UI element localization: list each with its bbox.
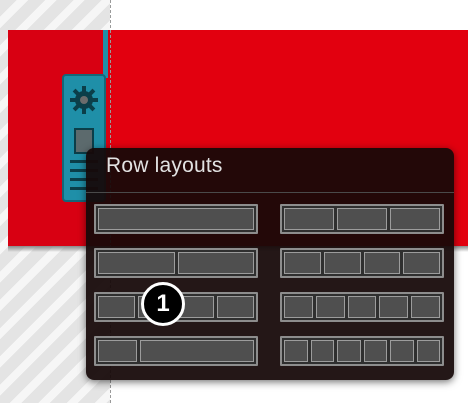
toolbar-connector xyxy=(103,30,108,78)
popup-divider xyxy=(86,192,454,193)
layout-2-col-button[interactable] xyxy=(94,248,258,278)
popup-title: Row layouts xyxy=(106,154,223,177)
step-number-badge: 1 xyxy=(141,282,185,326)
gear-icon[interactable] xyxy=(68,84,100,116)
layout-6-col-button[interactable] xyxy=(280,336,444,366)
layout-3-col-button[interactable] xyxy=(280,204,444,234)
row-layouts-popup: Row layouts xyxy=(86,148,454,380)
layout-5-col-button[interactable] xyxy=(280,292,444,322)
layout-1-col-button[interactable] xyxy=(94,204,258,234)
layout-4-col-button[interactable] xyxy=(280,248,444,278)
layout-1-4-button[interactable] xyxy=(94,336,258,366)
